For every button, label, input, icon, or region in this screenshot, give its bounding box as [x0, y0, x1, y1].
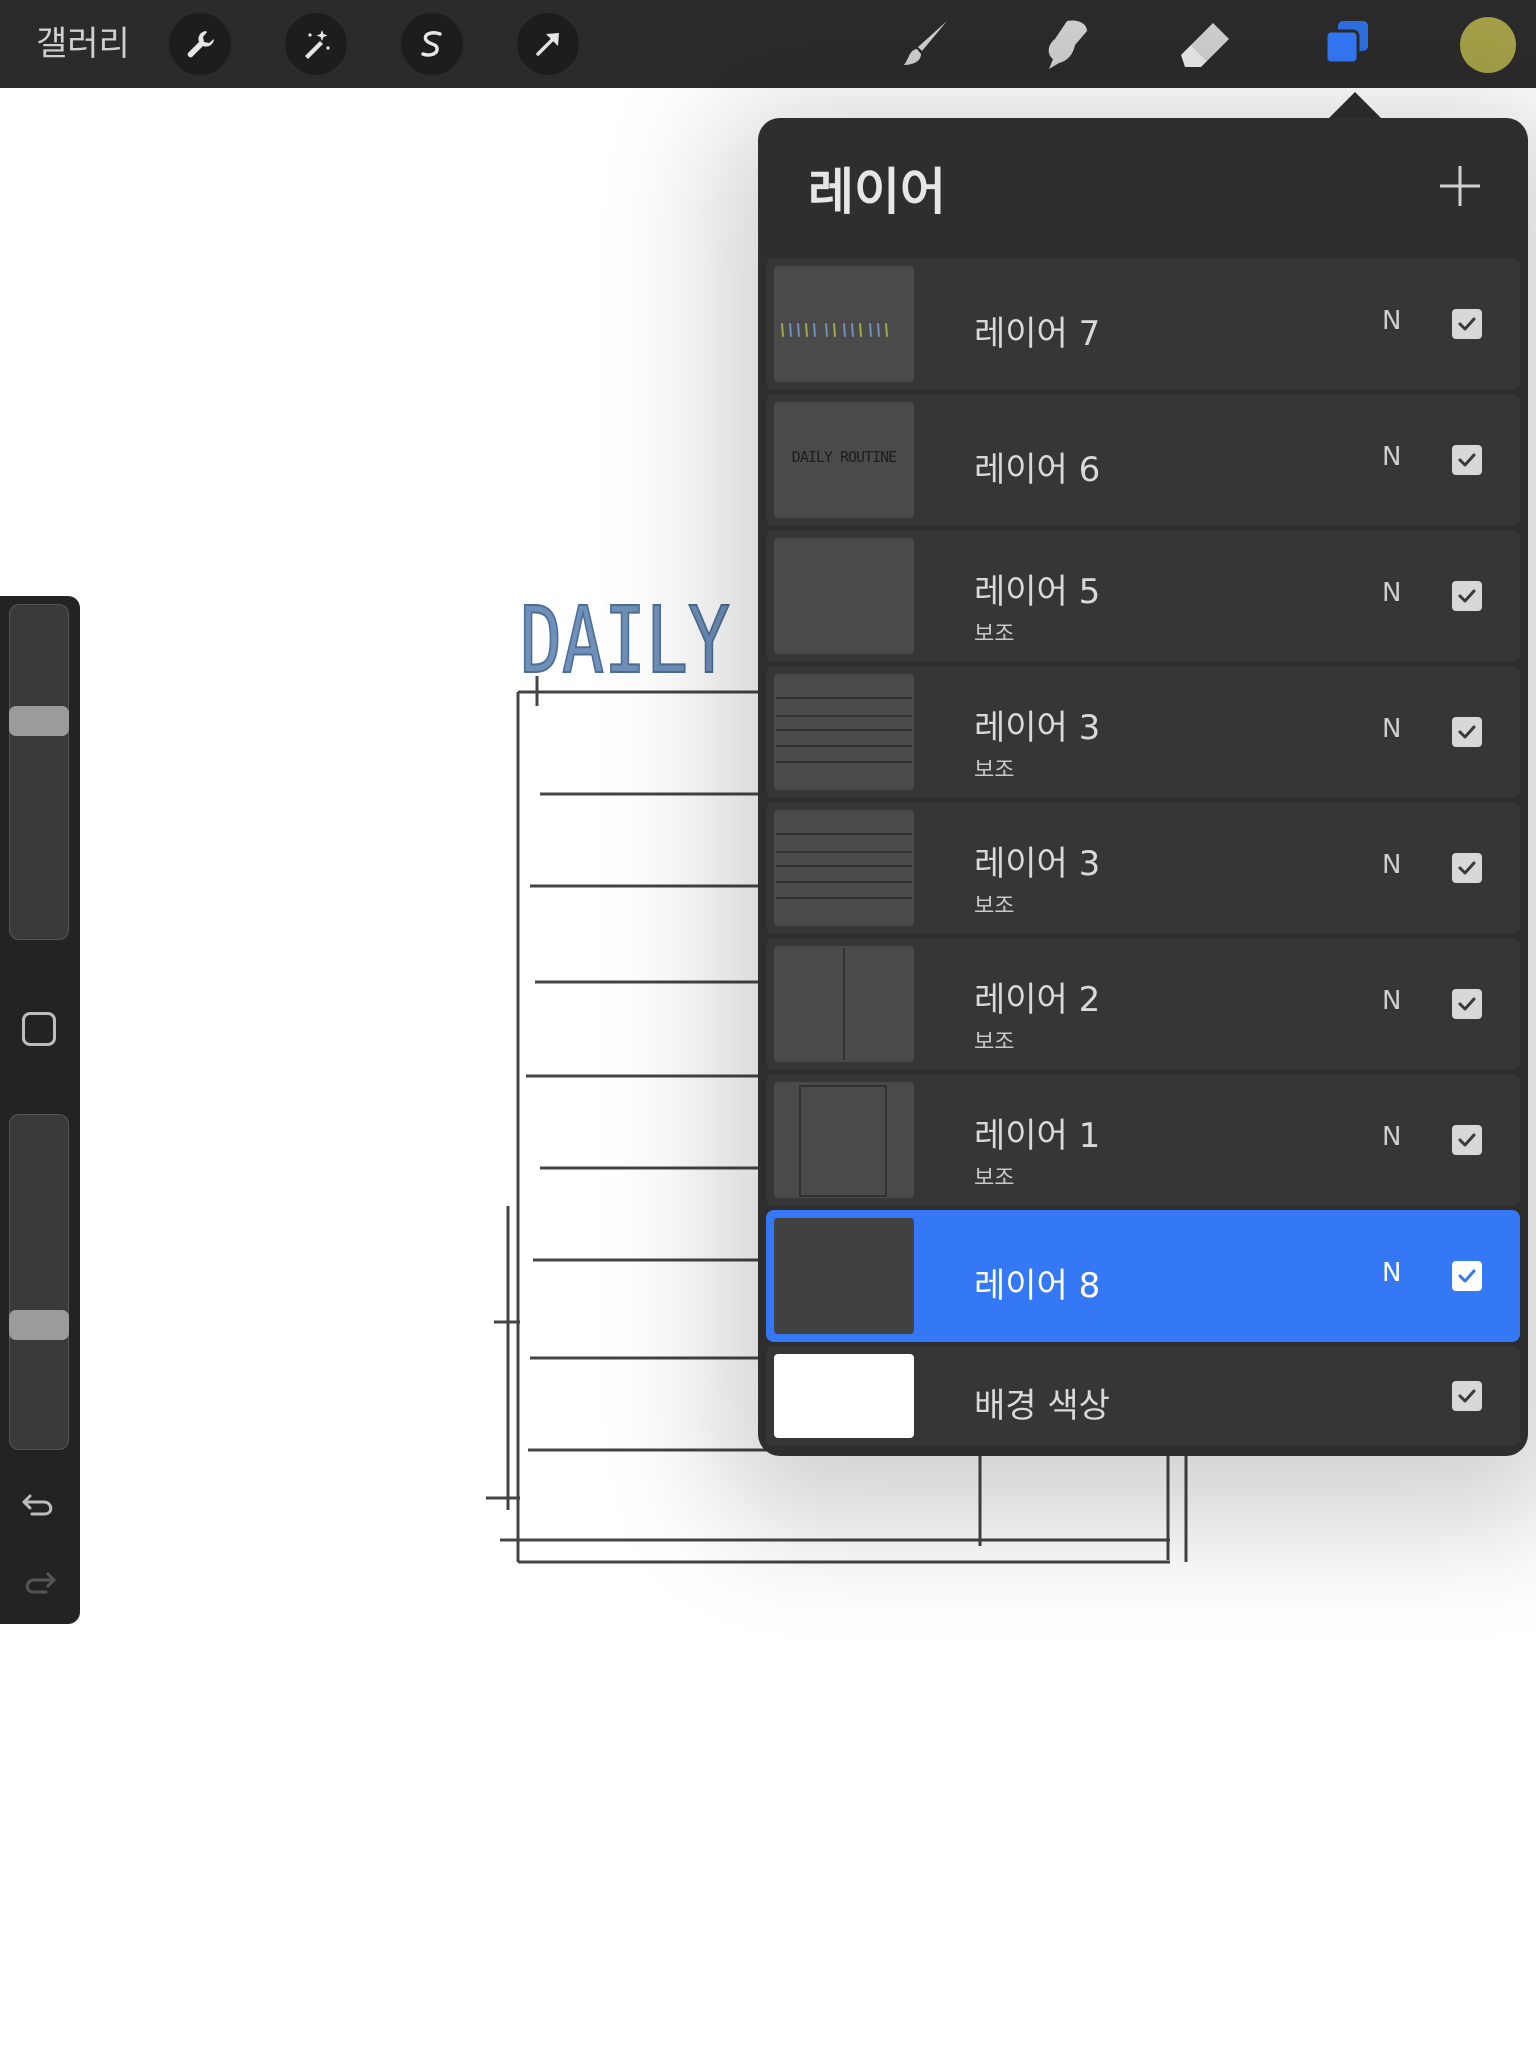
layers-panel: 레이어 레이어 7 N DAILY ROUTINE 레이어 6 N 레이어 5 보조 N 레이어…	[758, 118, 1528, 1456]
blend-mode-button[interactable]: N	[1382, 714, 1401, 744]
transform-arrow-icon	[536, 33, 559, 56]
plus-icon[interactable]	[1434, 160, 1486, 212]
layer-visibility-checkbox[interactable]	[1452, 989, 1482, 1019]
brush-size-thumb[interactable]	[9, 705, 69, 736]
blend-mode-button[interactable]: N	[1382, 306, 1401, 336]
background-color-row[interactable]: 배경 색상	[766, 1346, 1520, 1446]
layer-visibility-checkbox[interactable]	[1452, 309, 1482, 339]
layer-row[interactable]: 레이어 2 보조 N	[766, 938, 1520, 1070]
layer-thumbnail[interactable]	[774, 810, 914, 926]
blend-mode-button[interactable]: N	[1382, 986, 1401, 1016]
layer-thumbnail[interactable]	[774, 674, 914, 790]
layer-visibility-checkbox[interactable]	[1452, 717, 1482, 747]
layers-tool[interactable]	[1317, 14, 1377, 74]
top-toolbar: 갤러리	[0, 0, 1536, 88]
layer-visibility-checkbox[interactable]	[1452, 1125, 1482, 1155]
layer-visibility-checkbox[interactable]	[1452, 1381, 1482, 1411]
canvas-daily-text: DAILY	[520, 587, 730, 694]
layer-visibility-checkbox[interactable]	[1452, 1261, 1482, 1291]
procreate-screen: 갤러리 DAILY 레이어 레이어 7 N DAILY ROUTINE 레이어 …	[0, 0, 1536, 2048]
actions-button[interactable]	[169, 13, 231, 75]
blend-mode-button[interactable]: N	[1382, 578, 1401, 608]
blend-mode-button[interactable]: N	[1382, 850, 1401, 880]
layer-thumbnail[interactable]	[774, 946, 914, 1062]
layer-sublabel: 보조	[974, 758, 1015, 783]
selection-s-icon	[421, 31, 442, 57]
square-modify-icon[interactable]	[22, 1012, 56, 1046]
panel-title: 레이어	[808, 163, 946, 221]
layer-name: 레이어 1	[974, 1116, 1101, 1156]
brush-icon	[904, 21, 947, 65]
smudge-icon	[1048, 20, 1087, 69]
background-color-thumbnail[interactable]	[774, 1354, 914, 1438]
blend-mode-button[interactable]: N	[1382, 442, 1401, 472]
opacity-thumb[interactable]	[9, 1309, 69, 1340]
layer-name: 레이어 7	[974, 314, 1101, 354]
brush-tool[interactable]	[898, 14, 958, 74]
layer-visibility-checkbox[interactable]	[1452, 853, 1482, 883]
layer-sublabel: 보조	[974, 894, 1015, 919]
adjustments-button[interactable]	[285, 13, 347, 75]
layer-thumbnail[interactable]	[774, 1218, 914, 1334]
layer-name: 레이어 8	[974, 1266, 1101, 1306]
layer-row[interactable]: 레이어 5 보조 N	[766, 530, 1520, 662]
layer-row[interactable]: DAILY ROUTINE 레이어 6 N	[766, 394, 1520, 526]
transform-button[interactable]	[517, 13, 579, 75]
wrench-icon	[187, 31, 214, 58]
blend-mode-button[interactable]: N	[1382, 1258, 1401, 1288]
eraser-tool[interactable]	[1176, 14, 1236, 74]
smudge-tool[interactable]	[1036, 14, 1096, 74]
layer-row[interactable]: 레이어 3 보조 N	[766, 666, 1520, 798]
layer-thumbnail[interactable]: DAILY ROUTINE	[774, 402, 914, 518]
opacity-slider[interactable]	[9, 1114, 69, 1450]
layer-name: 레이어 3	[974, 844, 1101, 884]
thumb-text: DAILY ROUTINE	[791, 448, 897, 466]
layer-thumbnail[interactable]	[774, 1082, 914, 1198]
gallery-button[interactable]: 갤러리	[36, 18, 130, 70]
layer-name: 레이어 2	[974, 980, 1101, 1020]
panel-pointer	[1327, 92, 1383, 120]
layer-visibility-checkbox[interactable]	[1452, 581, 1482, 611]
layers-icon	[1324, 21, 1368, 65]
layer-name: 레이어 3	[974, 708, 1101, 748]
eraser-icon	[1181, 23, 1229, 67]
layer-sublabel: 보조	[974, 1030, 1015, 1055]
layer-row[interactable]: 레이어 1 보조 N	[766, 1074, 1520, 1206]
layer-sublabel: 보조	[974, 1166, 1015, 1191]
redo-icon[interactable]	[18, 1562, 60, 1604]
left-sidebar	[0, 596, 80, 1624]
layer-row[interactable]: 레이어 8 N	[766, 1210, 1520, 1342]
layer-row[interactable]: 레이어 7 N	[766, 258, 1520, 390]
layer-thumbnail[interactable]	[774, 538, 914, 654]
layer-name: 레이어 5	[974, 572, 1101, 612]
undo-icon[interactable]	[18, 1484, 60, 1526]
layer-visibility-checkbox[interactable]	[1452, 445, 1482, 475]
layer-sublabel: 보조	[974, 622, 1015, 647]
layer-name: 레이어 6	[974, 450, 1101, 490]
blend-mode-button[interactable]: N	[1382, 1122, 1401, 1152]
layer-row[interactable]: 레이어 3 보조 N	[766, 802, 1520, 934]
layer-name: 배경 색상	[974, 1386, 1110, 1426]
brush-size-slider[interactable]	[9, 604, 69, 940]
layer-thumbnail[interactable]	[774, 266, 914, 382]
color-picker-button[interactable]	[1460, 17, 1516, 73]
selection-button[interactable]	[401, 13, 463, 75]
magic-wand-icon	[305, 30, 330, 59]
